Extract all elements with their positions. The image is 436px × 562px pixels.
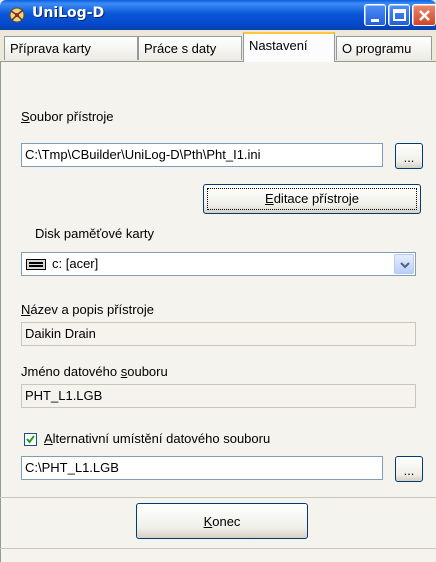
device-file-input[interactable]: C:\Tmp\CBuilder\UniLog-D\Pth\Pht_I1.ini [21, 143, 383, 167]
card-disk-value: c: [acer] [52, 256, 99, 271]
device-file-browse-button[interactable]: ... [395, 143, 423, 169]
tab-strip: Příprava karty Práce s daty Nastavení O … [0, 30, 436, 62]
device-file-label: Soubor přístroje [21, 109, 114, 124]
minimize-button[interactable] [364, 4, 386, 26]
data-file-label: Jméno datového souboru [21, 364, 168, 379]
bottom-separator [0, 548, 436, 549]
card-disk-label: Disk paměťové karty [35, 226, 155, 241]
minimize-icon [371, 19, 379, 22]
close-konec-button[interactable]: Konec [136, 503, 308, 539]
tab-prace-s-daty[interactable]: Práce s daty [138, 36, 242, 60]
title-bar[interactable]: UniLog-D [0, 0, 436, 30]
checkmark-icon [26, 435, 35, 444]
tab-priprava-karty[interactable]: Příprava karty [4, 36, 138, 60]
dropdown-button[interactable] [394, 254, 414, 274]
device-name-field: Daikin Drain [21, 322, 416, 346]
device-name-label: Název a popis přístroje [21, 302, 154, 317]
alt-location-label[interactable]: Alternativní umístění datového souboru [44, 431, 270, 446]
window-title: UniLog-D [32, 5, 105, 21]
alt-location-browse-button[interactable]: ... [395, 456, 423, 482]
maximize-icon [393, 9, 406, 21]
drive-icon [26, 259, 46, 270]
main-window: UniLog-D Příprava karty Práce s daty Nas… [0, 0, 436, 562]
app-icon [9, 7, 25, 23]
separator [0, 497, 436, 498]
card-disk-select[interactable]: c: [acer] [21, 252, 416, 276]
tab-o-programu[interactable]: O programu [336, 36, 432, 60]
alt-location-input[interactable]: C:\PHT_L1.LGB [21, 456, 383, 480]
chevron-down-icon [400, 262, 410, 269]
edit-device-button[interactable]: Editace přístroje [203, 184, 421, 214]
close-button[interactable] [412, 4, 436, 26]
close-icon [419, 10, 430, 21]
tab-nastaveni[interactable]: Nastavení [243, 32, 335, 62]
data-file-field: PHT_L1.LGB [21, 384, 416, 408]
alt-location-checkbox[interactable] [24, 433, 37, 446]
maximize-button[interactable] [388, 4, 410, 26]
